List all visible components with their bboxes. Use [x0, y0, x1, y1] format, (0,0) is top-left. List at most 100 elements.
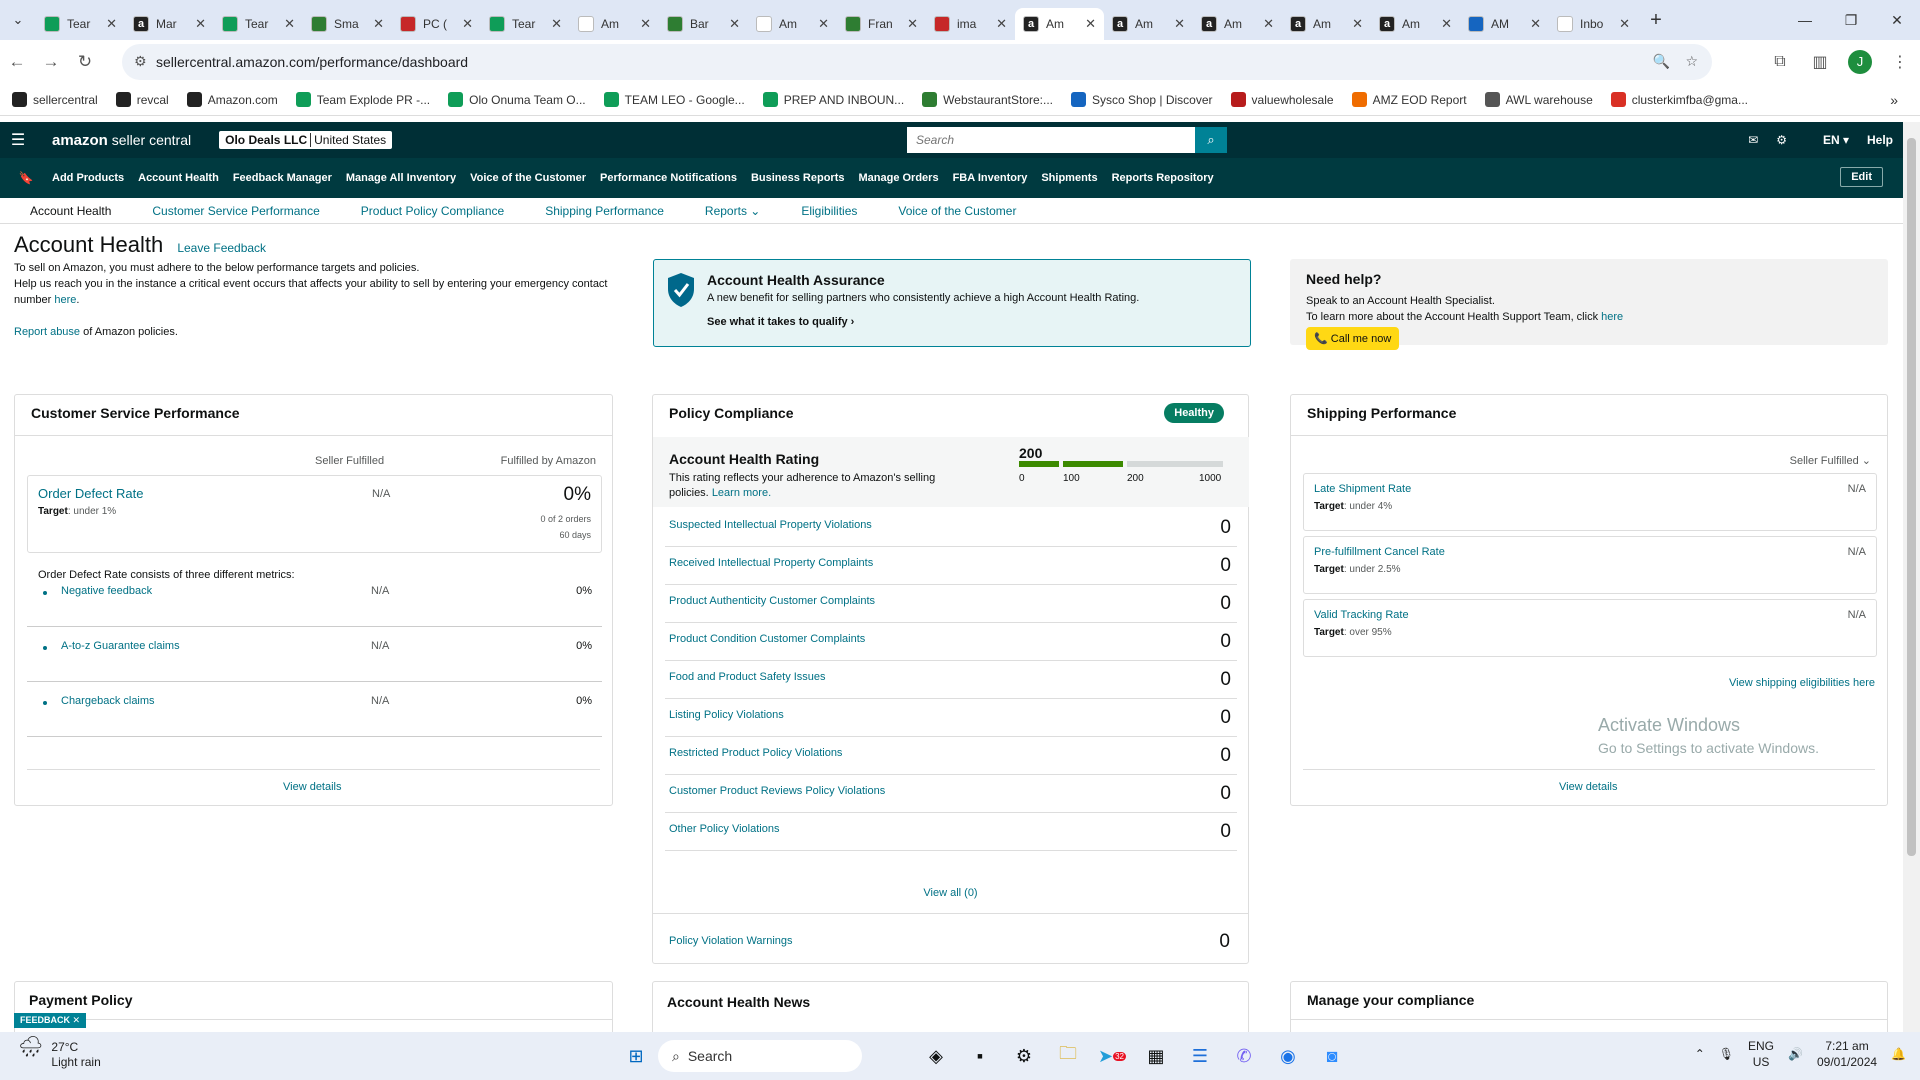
browser-tab[interactable]: a Am ✕	[1371, 8, 1460, 40]
close-tab-icon[interactable]: ✕	[640, 16, 651, 32]
browser-tab[interactable]: PC (✕	[392, 8, 481, 40]
edit-nav-button[interactable]: Edit	[1840, 167, 1883, 187]
clock[interactable]: 7:21 am 09/01/2024	[1817, 1038, 1877, 1070]
close-tab-icon[interactable]: ✕	[818, 16, 829, 32]
copilot-icon[interactable]: ◈	[914, 1040, 958, 1072]
browser-tab[interactable]: Tear ✕	[214, 8, 303, 40]
nav-item[interactable]: Reports Repository	[1112, 172, 1214, 184]
nav-item[interactable]: Shipments	[1041, 172, 1097, 184]
report-abuse-link[interactable]: Report abuse	[14, 326, 80, 338]
bookmark-item[interactable]: AMZ EOD Report	[1351, 92, 1467, 107]
windows-start-icon[interactable]: ⊞	[614, 1040, 658, 1072]
taskbar-search[interactable]: ⌕ Search	[658, 1040, 862, 1072]
subtab-item[interactable]: Account Health	[30, 204, 111, 218]
reload-icon[interactable]: ↻	[68, 52, 102, 72]
browser-tab[interactable]: Tear ✕	[481, 8, 570, 40]
restore-icon[interactable]: ❐	[1828, 0, 1874, 40]
hamburger-menu-icon[interactable]: ☰	[0, 130, 36, 150]
bookmark-item[interactable]: revcal	[115, 92, 169, 107]
bookmark-item[interactable]: clusterkimfba@gma...	[1610, 92, 1748, 107]
close-tab-icon[interactable]: ✕	[907, 16, 918, 32]
bookmark-star-icon[interactable]: ☆	[1685, 53, 1698, 70]
browser-tab[interactable]: a Am ✕	[1282, 8, 1371, 40]
shipping-metric-link[interactable]: Late Shipment Rate	[1314, 483, 1411, 495]
settings-gear-icon[interactable]: ⚙	[1776, 133, 1787, 147]
browser-tab[interactable]: Inbo ✕	[1549, 8, 1638, 40]
extensions-puzzle-icon[interactable]: ⧉	[1760, 53, 1800, 71]
weather-widget[interactable]: 🌧 27°C Light rain	[18, 1037, 101, 1070]
close-tab-icon[interactable]: ✕	[373, 16, 384, 32]
browser-tab[interactable]: Bar ✕	[659, 8, 748, 40]
shipping-eligibilities-link[interactable]: View shipping eligibilities here	[1729, 677, 1875, 689]
policy-row-link[interactable]: Product Authenticity Customer Complaints	[669, 595, 875, 607]
bookmark-item[interactable]: AWL warehouse	[1484, 92, 1593, 107]
subtab-item[interactable]: Reports ⌄	[705, 204, 760, 218]
bookmark-item[interactable]: Olo Onuma Team O...	[448, 92, 586, 107]
policy-row-link[interactable]: Suspected Intellectual Property Violatio…	[669, 519, 872, 531]
site-settings-icon[interactable]: ⚙	[134, 53, 147, 70]
nav-item[interactable]: Feedback Manager	[233, 172, 332, 184]
browser-tab[interactable]: a Am ✕	[1193, 8, 1282, 40]
close-tab-icon[interactable]: ✕	[1263, 16, 1274, 32]
close-window-icon[interactable]: ✕	[1874, 0, 1920, 40]
support-team-link[interactable]: here	[1601, 311, 1623, 323]
submetric-link[interactable]: Chargeback claims	[61, 695, 155, 707]
browser-tab[interactable]: AM ✕	[1460, 8, 1549, 40]
zoom-app-icon[interactable]: ◙	[1310, 1040, 1354, 1072]
forward-arrow-icon[interactable]: →	[34, 52, 68, 72]
browser-tab[interactable]: a Mar ✕	[125, 8, 214, 40]
submetric-link[interactable]: Negative feedback	[61, 585, 152, 597]
close-tab-icon[interactable]: ✕	[1352, 16, 1363, 32]
browser-tab[interactable]: Tear ✕	[36, 8, 125, 40]
sp-filter-dropdown[interactable]: Seller Fulfilled ⌄	[1790, 454, 1871, 467]
csp-view-details-link[interactable]: View details	[283, 781, 342, 793]
nav-bookmark-icon[interactable]: 🔖	[0, 171, 52, 185]
calculator-icon[interactable]: ▦	[1134, 1040, 1178, 1072]
ahr-learn-more-link[interactable]: Learn more.	[712, 487, 771, 499]
bookmark-item[interactable]: TEAM LEO - Google...	[603, 92, 745, 107]
address-bar[interactable]: ⚙ sellercentral.amazon.com/performance/d…	[122, 44, 1712, 80]
new-tab-plus-icon[interactable]: +	[1638, 9, 1674, 32]
browser-tab[interactable]: Sma ✕	[303, 8, 392, 40]
close-tab-icon[interactable]: ✕	[729, 16, 740, 32]
nav-item[interactable]: Voice of the Customer	[470, 172, 586, 184]
browser-tab[interactable]: a Am ✕	[1015, 8, 1104, 40]
bookmark-item[interactable]: PREP AND INBOUN...	[762, 92, 904, 107]
subtab-item[interactable]: Voice of the Customer	[898, 204, 1016, 218]
policy-row-link[interactable]: Received Intellectual Property Complaint…	[669, 557, 873, 569]
nav-item[interactable]: Manage Orders	[858, 172, 938, 184]
settings-app-icon[interactable]: ⚙	[1002, 1040, 1046, 1072]
call-me-now-button[interactable]: 📞 Call me now	[1306, 327, 1400, 350]
account-switcher[interactable]: Olo Deals LLC United States	[219, 131, 393, 149]
close-tab-icon[interactable]: ✕	[106, 16, 117, 32]
view-all-link[interactable]: View all (0)	[653, 887, 1248, 899]
nav-item[interactable]: Manage All Inventory	[346, 172, 456, 184]
browser-tab[interactable]: a Am ✕	[748, 8, 837, 40]
nav-item[interactable]: Add Products	[52, 172, 124, 184]
profile-avatar[interactable]: J	[1848, 50, 1872, 74]
emergency-contact-link[interactable]: here	[54, 294, 76, 306]
close-tab-icon[interactable]: ✕	[1174, 16, 1185, 32]
policy-row-link[interactable]: Food and Product Safety Issues	[669, 671, 826, 683]
notifications-bell-icon[interactable]: 🔔	[1891, 1046, 1906, 1062]
nav-item[interactable]: Performance Notifications	[600, 172, 737, 184]
policy-row-link[interactable]: Customer Product Reviews Policy Violatio…	[669, 785, 885, 797]
bookmark-item[interactable]: Sysco Shop | Discover	[1071, 92, 1213, 107]
close-tab-icon[interactable]: ✕	[996, 16, 1007, 32]
policy-row-link[interactable]: Product Condition Customer Complaints	[669, 633, 865, 645]
close-tab-icon[interactable]: ✕	[1530, 16, 1541, 32]
close-tab-icon[interactable]: ✕	[462, 16, 473, 32]
microphone-icon[interactable]: 🎙	[1719, 1046, 1734, 1062]
language-selector[interactable]: EN ▾	[1805, 133, 1849, 147]
back-arrow-icon[interactable]: ←	[0, 52, 34, 72]
subtab-item[interactable]: Shipping Performance	[545, 204, 664, 218]
policy-warnings-link[interactable]: Policy Violation Warnings	[669, 935, 793, 947]
scrollbar-thumb[interactable]	[1907, 138, 1916, 856]
viber-icon[interactable]: ✆	[1222, 1040, 1266, 1072]
side-panel-icon[interactable]: ▥	[1800, 52, 1840, 72]
telegram-icon[interactable]: ➤ 32	[1090, 1040, 1134, 1072]
nav-item[interactable]: FBA Inventory	[953, 172, 1028, 184]
nav-item[interactable]: Account Health	[138, 172, 219, 184]
file-explorer-icon[interactable]: 🗀	[1046, 1040, 1090, 1072]
nav-item[interactable]: Business Reports	[751, 172, 845, 184]
